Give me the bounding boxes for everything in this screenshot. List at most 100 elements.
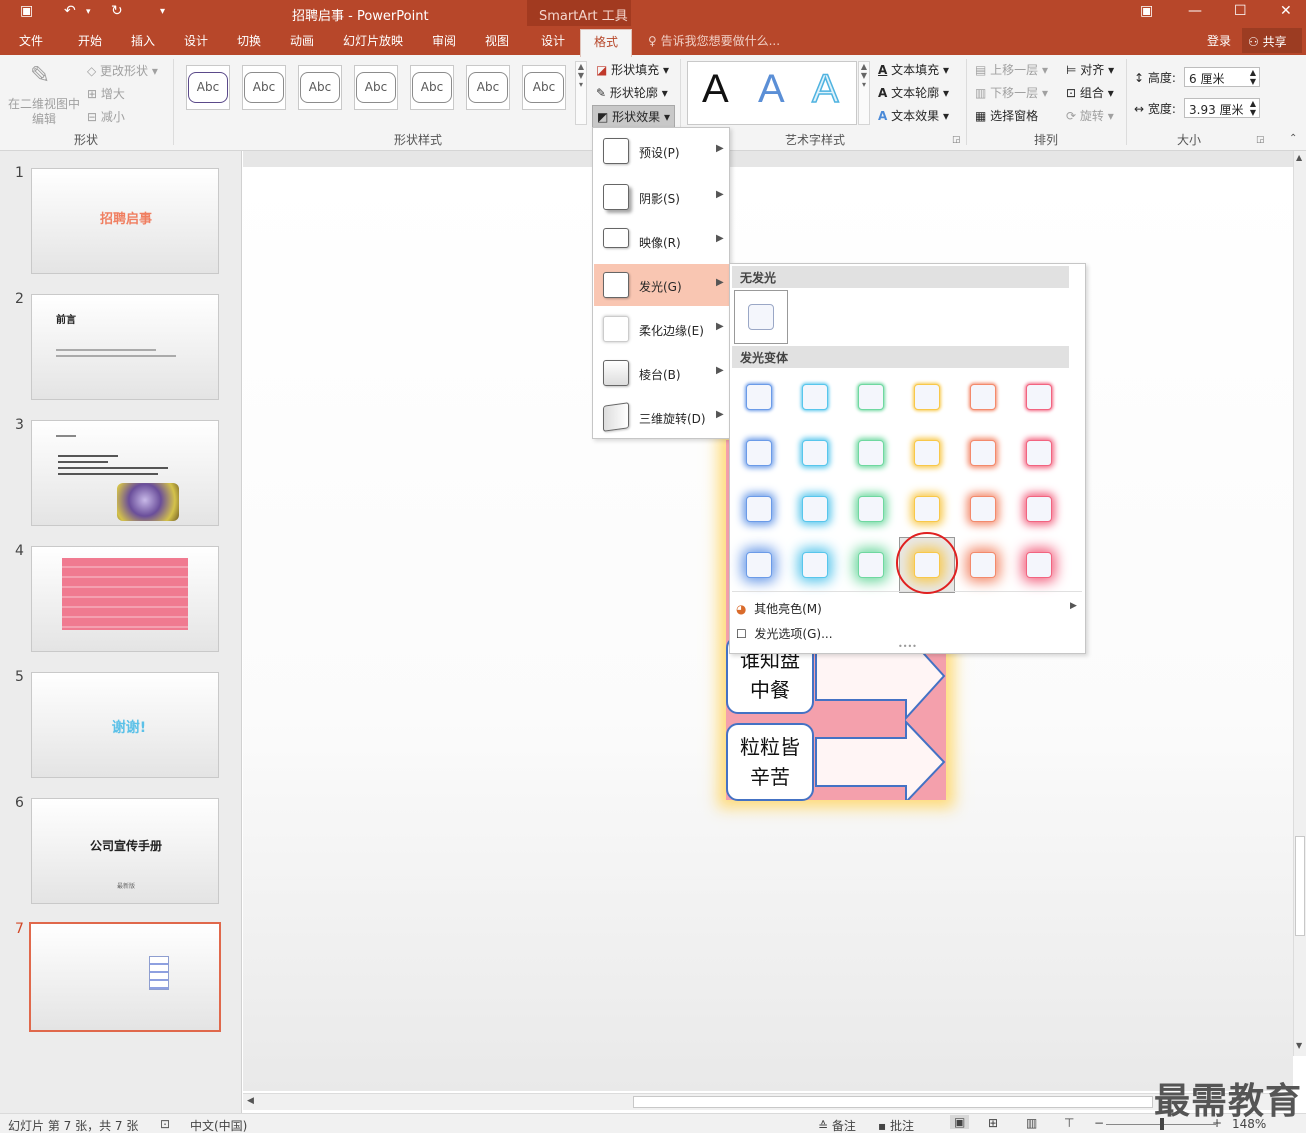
redo-icon[interactable]: ↻ xyxy=(111,3,123,19)
shape-fill-button[interactable]: ◪ 形状填充 ▾ xyxy=(596,61,669,78)
wordart-dialog-launcher-icon[interactable]: ◲ xyxy=(952,135,961,145)
menu-item-glow[interactable]: 发光(G) ▶ xyxy=(594,264,729,306)
glow-variant-cell[interactable] xyxy=(802,384,828,410)
glow-variant-cell[interactable] xyxy=(858,552,884,578)
glow-variant-cell[interactable] xyxy=(970,496,996,522)
tab-review[interactable]: 审阅 xyxy=(432,32,456,49)
smartart-box-2[interactable]: 粒粒皆辛苦 xyxy=(726,723,814,801)
shape-effects-button[interactable]: ◩ 形状效果 ▾ xyxy=(592,105,676,128)
customize-qat-icon[interactable]: ▾ xyxy=(160,6,165,17)
tab-design[interactable]: 设计 xyxy=(184,32,208,49)
height-input[interactable]: 6 厘米 ▲ ▼ xyxy=(1184,67,1260,87)
wordart-style-2[interactable]: A xyxy=(758,69,785,109)
zoom-out-icon[interactable]: − xyxy=(1094,1116,1104,1130)
glow-variant-cell[interactable] xyxy=(802,440,828,466)
shape-style-7[interactable]: Abc xyxy=(522,65,566,110)
tab-format[interactable]: 格式 xyxy=(580,29,633,57)
undo-icon[interactable]: ↶ xyxy=(64,3,76,19)
tab-file[interactable]: 文件 xyxy=(19,32,43,49)
slide-thumbnails-panel[interactable]: 1 招聘启事 2 前言 3 4 5 谢谢! 6 公司宣传手册 最新版 7 xyxy=(0,151,242,1113)
glow-variant-cell[interactable] xyxy=(858,496,884,522)
rotate-button[interactable]: ⟳ 旋转 ▾ xyxy=(1066,107,1114,124)
bring-forward-button[interactable]: ▤ 上移一层 ▾ xyxy=(975,61,1048,78)
glow-variant-cell[interactable] xyxy=(858,384,884,410)
vertical-scrollbar[interactable]: ▲ ▼ xyxy=(1293,151,1306,1056)
send-backward-button[interactable]: ▥ 下移一层 ▾ xyxy=(975,84,1048,101)
horizontal-scrollbar[interactable]: ◀ xyxy=(243,1093,1293,1110)
group-button[interactable]: ⊡ 组合 ▾ xyxy=(1066,84,1114,101)
spell-check-icon[interactable]: ⊡ xyxy=(160,1117,170,1131)
glow-variant-cell[interactable] xyxy=(746,440,772,466)
comments-button[interactable]: ▪ 批注 xyxy=(878,1117,914,1134)
tell-me-search[interactable]: ♀ 告诉我您想要做什么... xyxy=(648,32,780,49)
tab-smartart-design[interactable]: 设计 xyxy=(541,32,565,49)
slide-sorter-icon[interactable]: ⊞ xyxy=(988,1116,998,1130)
larger-button[interactable]: ⊞ 增大 xyxy=(87,85,125,102)
glow-variant-cell[interactable] xyxy=(1026,440,1052,466)
wordart-style-1[interactable]: A xyxy=(702,69,729,109)
tab-view[interactable]: 视图 xyxy=(485,32,509,49)
glow-variant-cell[interactable] xyxy=(802,496,828,522)
wordart-scroll[interactable]: ▲ ▼ ▾ xyxy=(858,61,870,125)
maximize-icon[interactable]: ☐ xyxy=(1234,3,1247,19)
collapse-ribbon-icon[interactable]: ⌃ xyxy=(1289,133,1297,144)
smaller-button[interactable]: ⊟ 减小 xyxy=(87,108,125,125)
change-shape-button[interactable]: ◇ 更改形状 ▾ xyxy=(87,62,158,79)
text-effects-button[interactable]: A 文本效果 ▾ xyxy=(878,107,949,124)
notes-button[interactable]: ≙ 备注 xyxy=(818,1117,856,1134)
close-icon[interactable]: ✕ xyxy=(1280,3,1292,19)
glow-variant-cell[interactable] xyxy=(1026,384,1052,410)
normal-view-icon[interactable]: ▣ xyxy=(950,1115,970,1129)
glow-variant-cell[interactable] xyxy=(1026,496,1052,522)
glow-variant-cell[interactable] xyxy=(746,496,772,522)
tab-transitions[interactable]: 切换 xyxy=(237,32,261,49)
wordart-style-3[interactable]: A xyxy=(811,68,839,110)
resize-grip-icon[interactable]: •••• xyxy=(898,642,917,651)
glow-variant-cell[interactable] xyxy=(914,384,940,410)
glow-variant-cell[interactable] xyxy=(970,384,996,410)
tab-slideshow[interactable]: 幻灯片放映 xyxy=(343,32,403,49)
menu-item-soft-edges[interactable]: 柔化边缘(E) ▶ xyxy=(594,308,729,350)
undo-dropdown-icon[interactable]: ▾ xyxy=(86,7,91,17)
menu-item-reflection[interactable]: 映像(R) ▶ xyxy=(594,220,729,262)
glow-variant-cell[interactable] xyxy=(970,440,996,466)
selection-pane-button[interactable]: ▦ 选择窗格 xyxy=(975,107,1038,124)
share-button[interactable]: ⚇ 共享 xyxy=(1242,28,1302,53)
text-outline-button[interactable]: A 文本轮廓 ▾ xyxy=(878,84,949,101)
edit-2d-label-2[interactable]: 编辑 xyxy=(32,110,56,127)
horizontal-scroll-thumb[interactable] xyxy=(633,1096,1153,1108)
menu-item-shadow[interactable]: 阴影(S) ▶ xyxy=(594,176,729,218)
slide-thumb-7[interactable] xyxy=(29,922,221,1032)
glow-variant-cell[interactable] xyxy=(1026,552,1052,578)
width-input[interactable]: 3.93 厘米 ▲ ▼ xyxy=(1184,98,1260,118)
shape-style-6[interactable]: Abc xyxy=(466,65,510,110)
glow-options-item[interactable]: ☐ 发光选项(G)... xyxy=(736,625,833,642)
ribbon-display-icon[interactable]: ▣ xyxy=(1140,3,1153,19)
more-colors-item[interactable]: ◕ 其他亮色(M) xyxy=(736,600,822,617)
vertical-scroll-thumb[interactable] xyxy=(1295,836,1305,936)
reading-view-icon[interactable]: ▥ xyxy=(1026,1116,1037,1130)
slide-thumb-6[interactable]: 公司宣传手册 最新版 xyxy=(31,798,219,904)
menu-item-3d-rotation[interactable]: 三维旋转(D) ▶ xyxy=(594,396,729,438)
glow-variant-cell[interactable] xyxy=(858,440,884,466)
menu-item-bevel[interactable]: 棱台(B) ▶ xyxy=(594,352,729,394)
slideshow-icon[interactable]: ⊤ xyxy=(1064,1116,1074,1130)
shape-style-2[interactable]: Abc xyxy=(242,65,286,110)
slide-thumb-1[interactable]: 招聘启事 xyxy=(31,168,219,274)
shape-style-5[interactable]: Abc xyxy=(410,65,454,110)
glow-variant-cell[interactable] xyxy=(746,384,772,410)
slide-thumb-2[interactable]: 前言 xyxy=(31,294,219,400)
shape-outline-button[interactable]: ✎ 形状轮廓 ▾ xyxy=(596,84,668,101)
tab-animations[interactable]: 动画 xyxy=(290,32,314,49)
text-fill-button[interactable]: A 文本填充 ▾ xyxy=(878,61,949,78)
glow-variant-cell[interactable] xyxy=(802,552,828,578)
minimize-icon[interactable]: — xyxy=(1188,3,1202,19)
shape-style-4[interactable]: Abc xyxy=(354,65,398,110)
menu-item-preset[interactable]: 预设(P) ▶ xyxy=(594,130,729,172)
tab-home[interactable]: 开始 xyxy=(78,32,102,49)
glow-variant-cell[interactable] xyxy=(914,496,940,522)
glow-variant-cell[interactable] xyxy=(746,552,772,578)
glow-variant-cell[interactable] xyxy=(914,440,940,466)
slide-thumb-3[interactable] xyxy=(31,420,219,526)
align-button[interactable]: ⊨ 对齐 ▾ xyxy=(1066,61,1114,78)
